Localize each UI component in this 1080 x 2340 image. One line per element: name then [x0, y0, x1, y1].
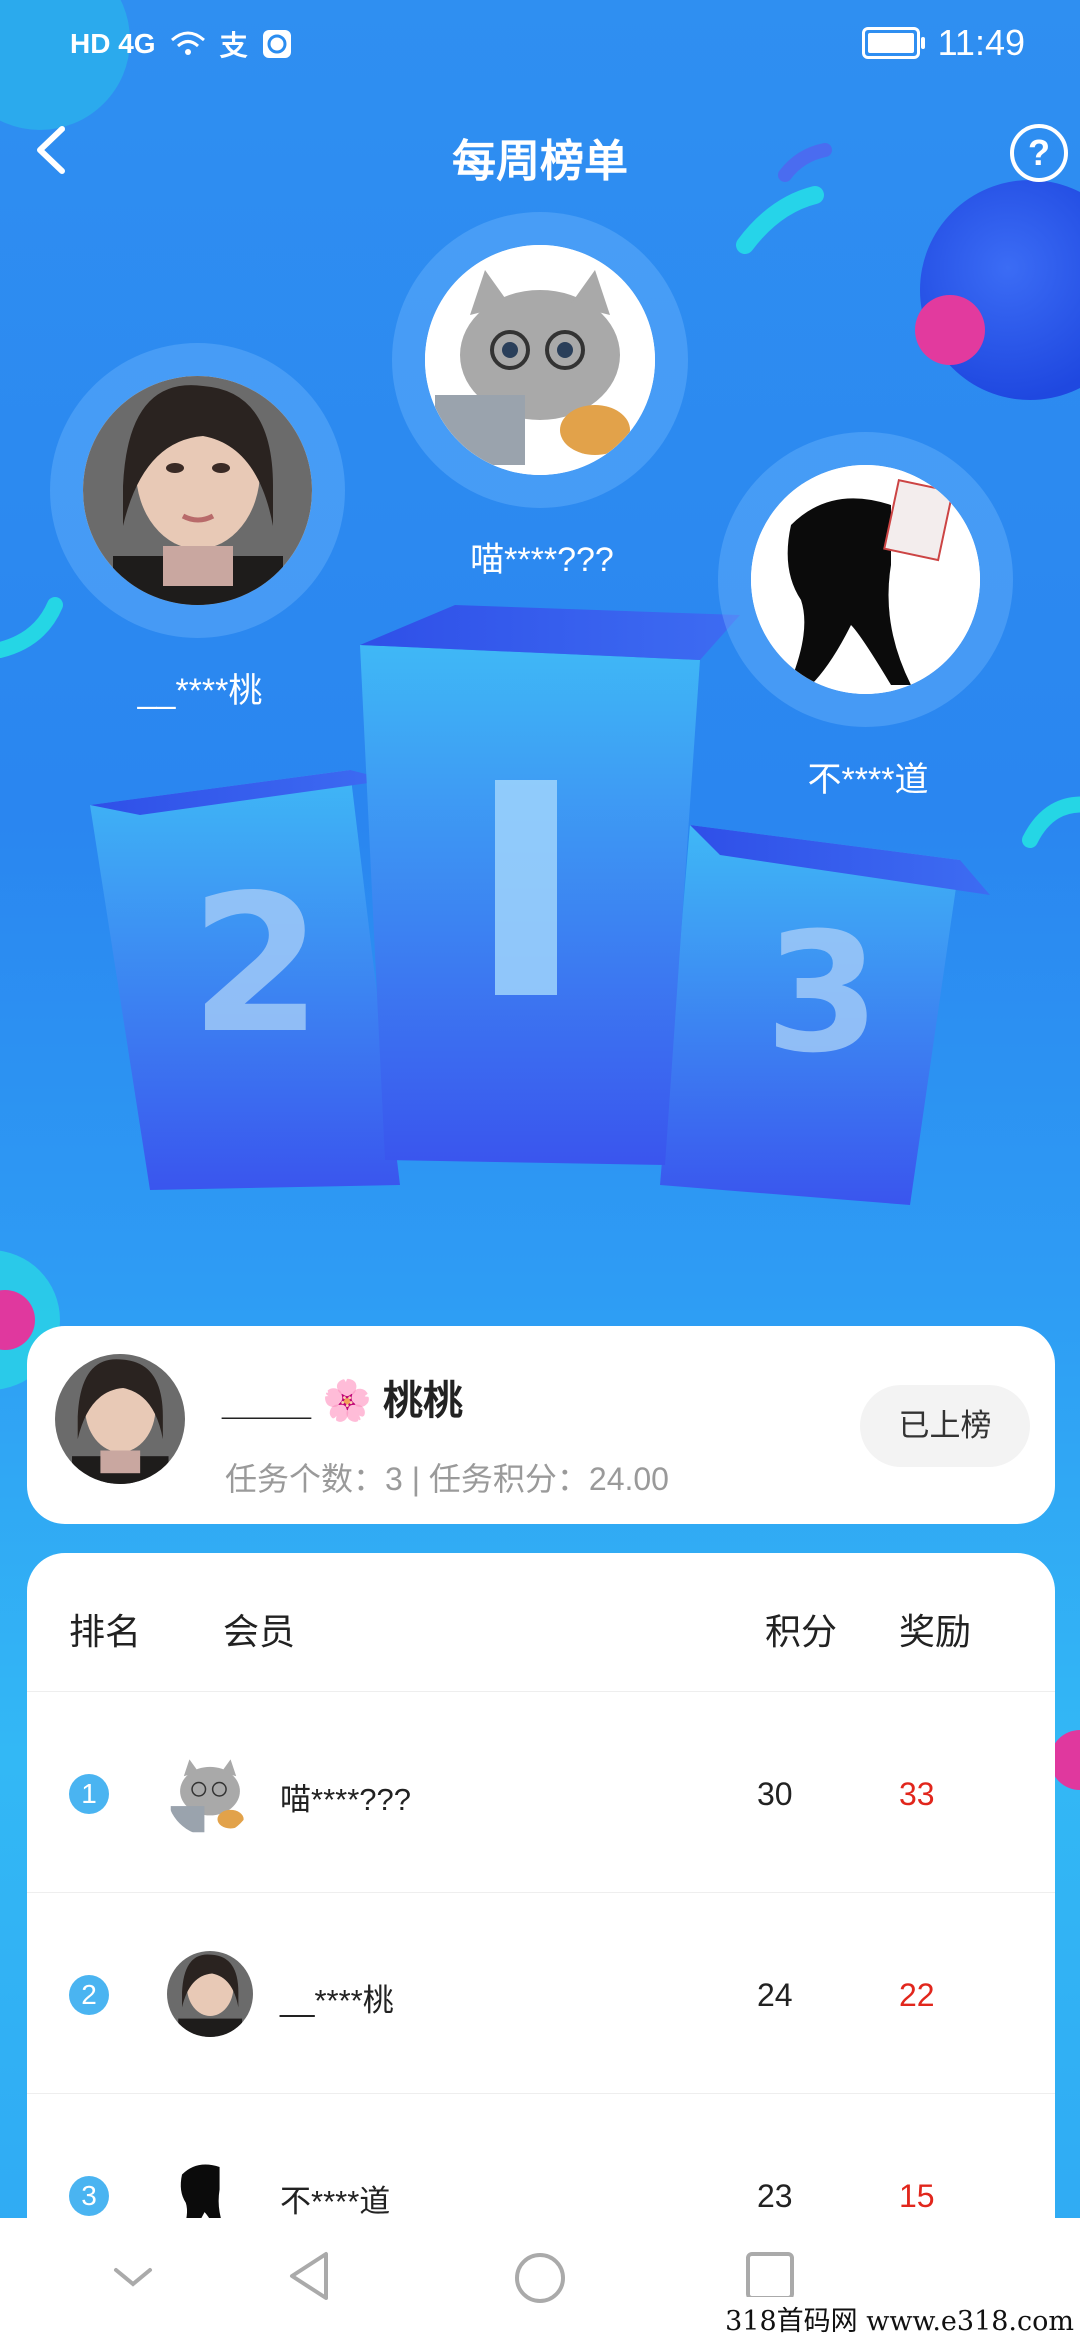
my-rank-card: ____ 🌸 桃桃 任务个数：3 | 任务积分：24.00 已上榜 — [27, 1326, 1055, 1524]
recents-square-icon[interactable] — [744, 2250, 796, 2302]
podium-avatar-second[interactable] — [50, 343, 345, 638]
header-score: 积分 — [765, 1611, 838, 1652]
ranked-status-button[interactable]: 已上榜 — [860, 1385, 1030, 1467]
my-name-prefix: ____ — [222, 1379, 311, 1423]
help-icon[interactable]: ? — [1010, 124, 1068, 182]
header-rank: 排名 — [69, 1611, 142, 1652]
avatar — [751, 465, 980, 694]
watermark: 318首码网 www.e318.com — [719, 2297, 1080, 2340]
my-task-stats: 任务个数：3 | 任务积分：24.00 — [225, 1461, 669, 1497]
table-header: 排名 会员 积分 奖励 — [27, 1553, 1055, 1692]
member-reward: 15 — [899, 2178, 935, 2214]
chevron-down-icon[interactable] — [110, 2262, 156, 2292]
meme-avatar-icon — [751, 465, 980, 694]
home-circle-icon[interactable] — [512, 2250, 568, 2306]
woman-avatar-icon — [167, 1951, 253, 2037]
avatar — [425, 245, 655, 475]
woman-avatar-icon — [55, 1354, 185, 1484]
clock: 11:49 — [937, 22, 1025, 63]
app-notification-icon — [262, 30, 291, 58]
my-avatar — [55, 1354, 185, 1484]
cat-avatar-icon — [425, 245, 655, 475]
header-reward: 奖励 — [899, 1611, 972, 1652]
table-row[interactable]: 1 喵****??? 30 33 — [27, 1692, 1055, 1893]
table-row[interactable]: 2 __****桃 24 22 — [27, 1893, 1055, 2094]
member-name: __****桃 — [280, 1983, 394, 2018]
cat-avatar-icon — [167, 1750, 253, 1836]
signal-indicator: HD 4G — [70, 28, 156, 59]
header-member: 会员 — [223, 1611, 296, 1652]
member-name: 不****道 — [280, 2184, 391, 2219]
avatar — [83, 376, 312, 605]
flower-icon: 🌸 — [322, 1379, 372, 1423]
my-name-suffix: 桃桃 — [383, 1379, 464, 1423]
member-reward: 33 — [899, 1776, 935, 1812]
member-score: 30 — [757, 1776, 793, 1812]
member-name: 喵****??? — [280, 1782, 411, 1817]
page-title: 每周榜单 — [452, 137, 628, 186]
ranking-table: 排名 会员 积分 奖励 1 喵****??? 30 33 2 __****桃 2… — [27, 1553, 1055, 2313]
avatar — [167, 1951, 253, 2037]
back-triangle-icon[interactable] — [284, 2248, 334, 2304]
member-score: 24 — [757, 1977, 793, 2013]
rank-badge: 2 — [69, 1975, 109, 2015]
podium-label-2: 2 — [190, 854, 322, 1075]
woman-avatar-icon — [83, 376, 312, 605]
avatar — [167, 1750, 253, 1836]
member-reward: 22 — [899, 1977, 935, 2013]
rank-badge: 1 — [69, 1774, 109, 1814]
rank-badge: 3 — [69, 2176, 109, 2216]
my-name: ____ 🌸 桃桃 — [222, 1368, 463, 1426]
wifi-icon — [170, 31, 205, 55]
podium-avatar-first[interactable] — [392, 212, 688, 508]
podium-name-first: 喵****??? — [470, 541, 614, 579]
member-score: 23 — [757, 2178, 793, 2214]
podium-avatar-third[interactable] — [718, 432, 1013, 727]
status-bar: HD 4G 支 11:49 — [0, 0, 1080, 90]
alipay-icon: 支 — [219, 30, 248, 61]
podium-label-3: 3 — [765, 897, 880, 1089]
battery-icon — [861, 27, 925, 59]
podium-name-third: 不****道 — [807, 761, 929, 799]
podium-name-second: __****桃 — [137, 672, 263, 710]
